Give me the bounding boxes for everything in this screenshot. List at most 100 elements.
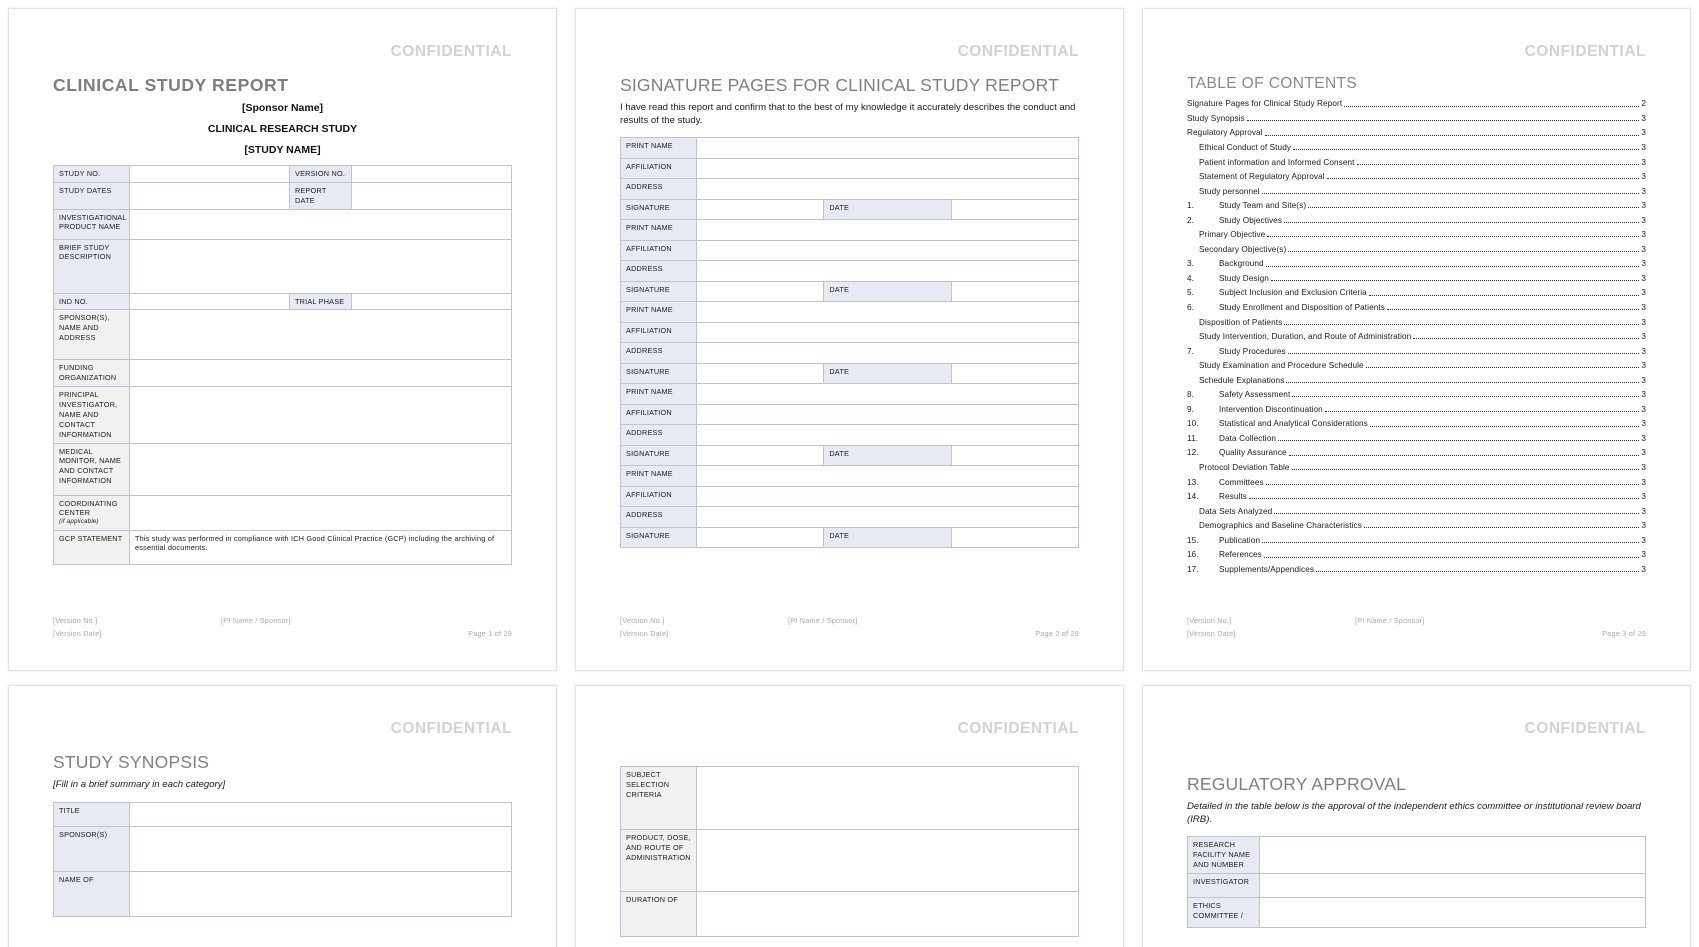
toc-label: Study Examination and Procedure Schedule <box>1199 361 1364 371</box>
date-value[interactable] <box>950 362 1080 385</box>
toc-entry[interactable]: Study Examination and Procedure Schedule… <box>1187 356 1646 371</box>
address-label: ADDRESS <box>620 424 697 446</box>
row-value-2[interactable] <box>351 181 512 210</box>
toc-entry[interactable]: 10. Statistical and Analytical Considerat… <box>1187 414 1646 429</box>
document-page-5[interactable]: CONFIDENTIAL SUBJECT SELECTION CRITERIA … <box>575 685 1124 947</box>
print-name-value[interactable] <box>696 219 1079 241</box>
toc-entry[interactable]: Protocol Deviation Table 3 <box>1187 458 1646 473</box>
document-page-3[interactable]: CONFIDENTIAL TABLE OF CONTENTS Signature… <box>1142 8 1691 671</box>
toc-entry[interactable]: 16. References 3 <box>1187 545 1646 560</box>
signature-value[interactable] <box>695 198 825 221</box>
toc-label: Disposition of Patients <box>1199 317 1283 327</box>
toc-entry[interactable]: 7. Study Procedures 3 <box>1187 341 1646 356</box>
toc-entry[interactable]: Schedule Explanations 3 <box>1187 370 1646 385</box>
toc-leader-dots <box>1274 507 1640 514</box>
print-name-value[interactable] <box>696 383 1079 405</box>
affiliation-value[interactable] <box>696 485 1079 508</box>
date-value[interactable] <box>950 526 1080 549</box>
document-page-1[interactable]: CONFIDENTIAL CLINICAL STUDY REPORT [Spon… <box>8 8 557 671</box>
toc-entry[interactable]: 6. Study Enrollment and Disposition of Pa… <box>1187 298 1646 313</box>
row-value[interactable] <box>129 208 512 240</box>
toc-entry[interactable]: Study Intervention, Duration, and Route … <box>1187 327 1646 342</box>
row-value[interactable] <box>129 870 512 917</box>
row-value[interactable] <box>129 309 512 361</box>
toc-entry[interactable]: Signature Pages for Clinical Study Repor… <box>1187 94 1646 109</box>
toc-entry[interactable]: 17. Supplements/Appendices 3 <box>1187 560 1646 575</box>
row-value[interactable] <box>129 165 290 183</box>
toc-entry[interactable]: 5. Subject Inclusion and Exclusion Criter… <box>1187 283 1646 298</box>
toc-entry[interactable]: Statement of Regulatory Approval 3 <box>1187 167 1646 182</box>
document-page-6[interactable]: CONFIDENTIAL REGULATORY APPROVAL Detaile… <box>1142 685 1691 947</box>
row-value[interactable] <box>1259 836 1646 874</box>
row-value-2[interactable] <box>351 165 512 183</box>
document-page-4[interactable]: CONFIDENTIAL STUDY SYNOPSIS [Fill in a b… <box>8 685 557 947</box>
row-value[interactable] <box>129 494 512 531</box>
toc-entry[interactable]: 9. Intervention Discontinuation 3 <box>1187 399 1646 414</box>
print-name-value[interactable] <box>696 301 1079 323</box>
signature-value[interactable] <box>695 444 825 467</box>
address-value[interactable] <box>696 260 1079 282</box>
affiliation-value[interactable] <box>696 239 1079 262</box>
toc-entry[interactable]: 15. Publication 3 <box>1187 530 1646 545</box>
address-value[interactable] <box>696 424 1079 446</box>
print-name-value[interactable] <box>696 137 1079 159</box>
toc-entry[interactable]: 4. Study Design 3 <box>1187 269 1646 284</box>
row-value[interactable] <box>129 292 290 311</box>
toc-entry[interactable]: Regulatory Approval 3 <box>1187 123 1646 138</box>
toc-entry[interactable]: 13. Committees 3 <box>1187 472 1646 487</box>
signature-value[interactable] <box>695 526 825 549</box>
signature-value[interactable] <box>695 362 825 385</box>
row-value[interactable] <box>129 442 512 496</box>
affiliation-value[interactable] <box>696 157 1079 180</box>
row-value[interactable] <box>129 801 512 827</box>
affiliation-value[interactable] <box>696 321 1079 344</box>
table-row: COORDINATING CENTER (if applicable) <box>53 494 512 531</box>
date-value[interactable] <box>950 280 1080 303</box>
signature-blocks-table: PRINT NAME AFFILIATION ADDRESS SIGNATURE DAT… <box>620 137 1080 549</box>
signature-value[interactable] <box>695 280 825 303</box>
toc-entry[interactable]: 3. Background 3 <box>1187 254 1646 269</box>
toc-entry[interactable]: Study Synopsis 3 <box>1187 109 1646 124</box>
gcp-statement-value[interactable]: This study was performed in compliance w… <box>129 529 512 565</box>
address-value[interactable] <box>696 178 1079 200</box>
toc-entry[interactable]: Primary Objective 3 <box>1187 225 1646 240</box>
row-value-2[interactable] <box>351 292 512 311</box>
date-value[interactable] <box>950 198 1080 221</box>
row-value[interactable] <box>129 238 512 294</box>
toc-entry[interactable]: Demographics and Baseline Characteristic… <box>1187 516 1646 531</box>
row-value[interactable] <box>129 359 512 388</box>
row-value[interactable] <box>129 181 290 210</box>
toc-entry[interactable]: 11. Data Collection 3 <box>1187 429 1646 444</box>
address-value[interactable] <box>696 342 1079 364</box>
toc-leader-dots <box>1284 216 1640 223</box>
affiliation-value[interactable] <box>696 403 1079 426</box>
toc-entry[interactable]: Patient information and Informed Consent… <box>1187 152 1646 167</box>
address-label: ADDRESS <box>620 260 697 282</box>
toc-number: 13. <box>1187 477 1199 487</box>
table-row: MEDICAL MONITOR, NAME AND CONTACT INFORM… <box>53 442 512 496</box>
row-value[interactable] <box>1259 896 1646 928</box>
row-label: BRIEF STUDY DESCRIPTION <box>53 238 130 294</box>
row-value[interactable] <box>696 829 1079 892</box>
row-value[interactable] <box>696 891 1079 937</box>
date-value[interactable] <box>950 444 1080 467</box>
toc-entry[interactable]: Disposition of Patients 3 <box>1187 312 1646 327</box>
row-value[interactable] <box>1259 872 1646 898</box>
study-synopsis-table: TITLE SPONSOR(S) NAME OF <box>53 801 512 917</box>
toc-entry[interactable]: Ethical Conduct of Study 3 <box>1187 138 1646 153</box>
toc-entry[interactable]: 8. Safety Assessment 3 <box>1187 385 1646 400</box>
row-value[interactable] <box>696 766 1079 830</box>
print-name-value[interactable] <box>696 465 1079 487</box>
toc-entry[interactable]: 2. Study Objectives 3 <box>1187 210 1646 225</box>
toc-entry[interactable]: Data Sets Analyzed 3 <box>1187 501 1646 516</box>
toc-entry[interactable]: 14. Results 3 <box>1187 487 1646 502</box>
toc-entry[interactable]: Secondary Objective(s) 3 <box>1187 239 1646 254</box>
toc-entry[interactable]: 12. Quality Assurance 3 <box>1187 443 1646 458</box>
row-value[interactable] <box>129 386 512 444</box>
toc-leader-dots <box>1291 463 1640 471</box>
toc-entry[interactable]: 1. Study Team and Site(s) 3 <box>1187 196 1646 211</box>
address-value[interactable] <box>696 506 1079 528</box>
document-page-2[interactable]: CONFIDENTIAL SIGNATURE PAGES FOR CLINICA… <box>575 8 1124 671</box>
row-value[interactable] <box>129 825 512 872</box>
toc-entry[interactable]: Study personnel 3 <box>1187 181 1646 196</box>
